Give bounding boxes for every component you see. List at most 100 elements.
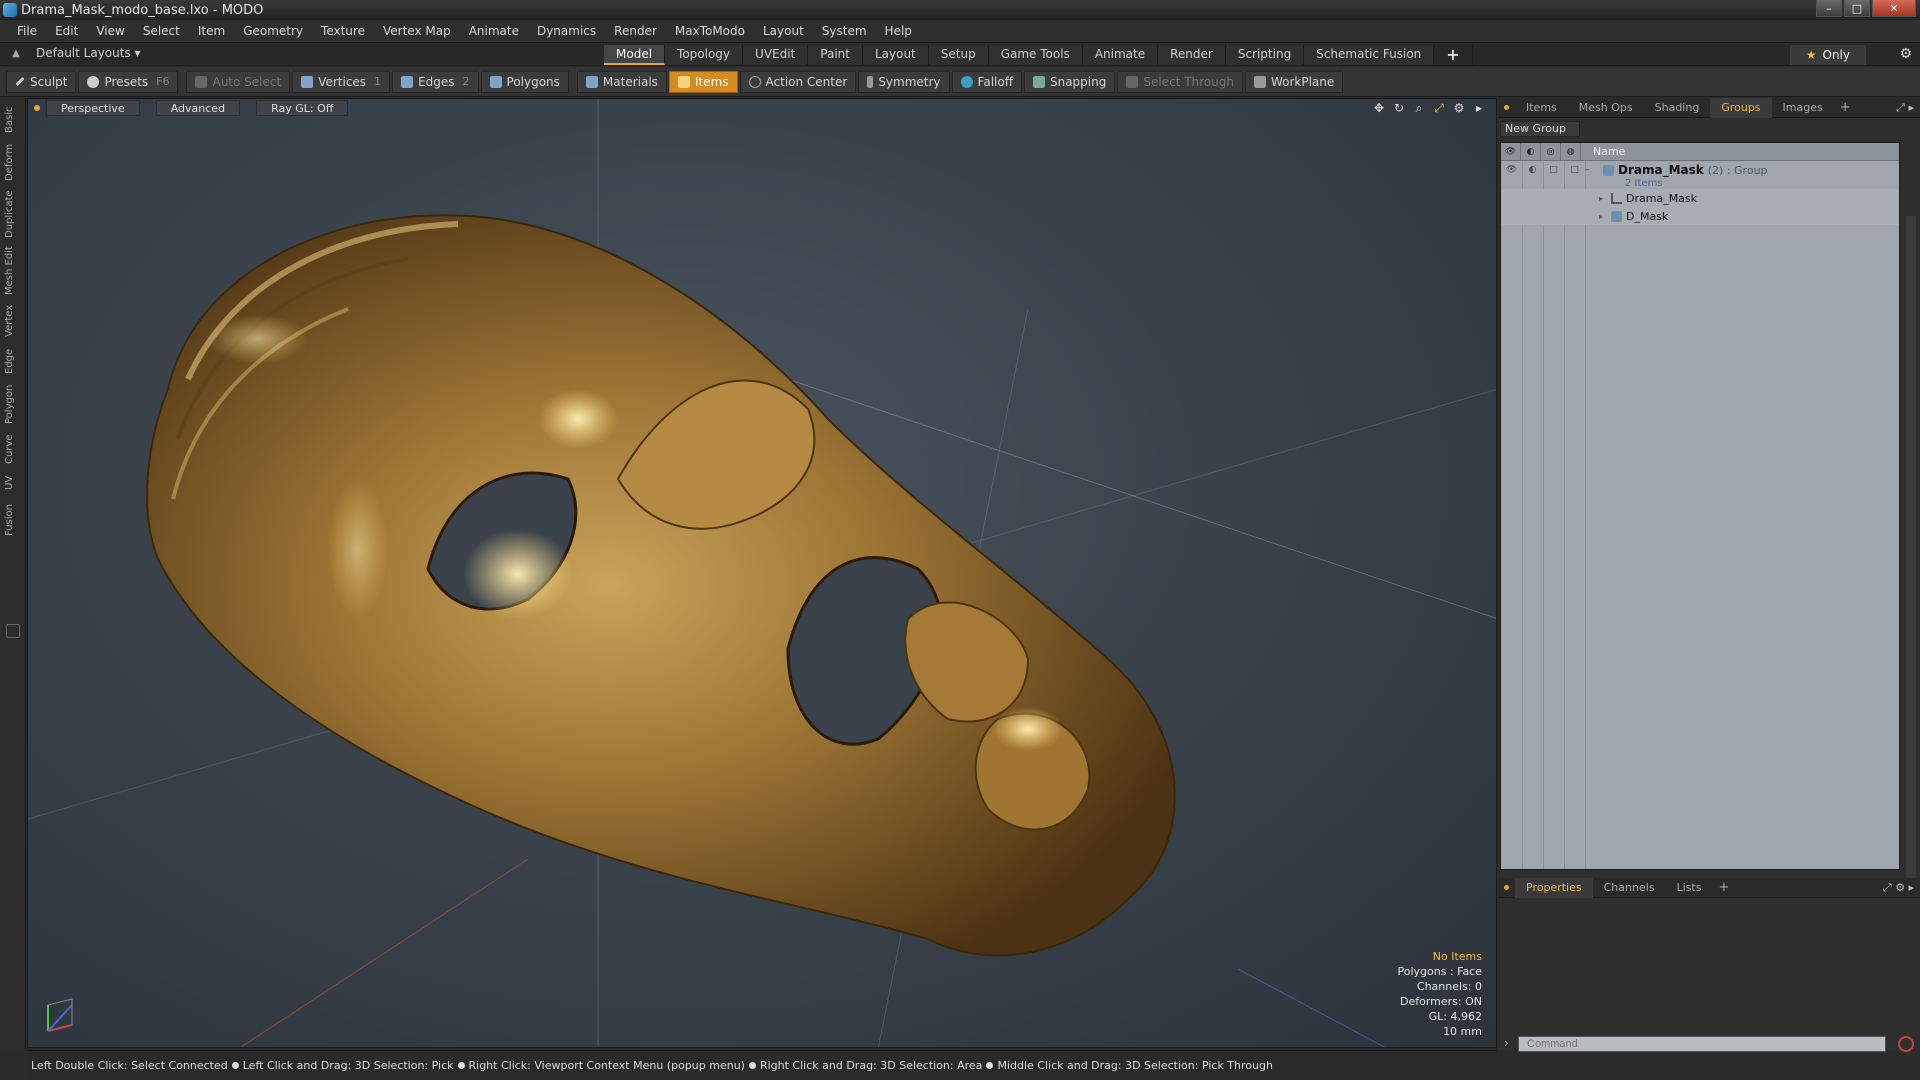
list-item[interactable]: ▸ Drama_Mask [1501, 189, 1899, 207]
add-tab-icon[interactable]: + [1434, 45, 1473, 65]
fit-icon[interactable]: ⤢ [1432, 101, 1446, 115]
menu-render[interactable]: Render [605, 24, 666, 38]
tab-animate[interactable]: Animate [1082, 45, 1159, 65]
rotate-icon[interactable]: ↻ [1392, 101, 1406, 115]
properties-expand-icon[interactable]: ⤢ ⚙ ▸ [1883, 881, 1914, 895]
tab-lists[interactable]: Lists [1666, 878, 1713, 898]
advanced-dropdown[interactable]: Advanced [155, 100, 241, 116]
properties-options-icon[interactable] [1504, 885, 1509, 890]
viewport-options-icon[interactable] [34, 105, 40, 111]
items-button[interactable]: Items [668, 70, 738, 93]
menu-geometry[interactable]: Geometry [234, 24, 312, 38]
pan-icon[interactable]: ✥ [1372, 101, 1386, 115]
menu-dynamics[interactable]: Dynamics [528, 24, 605, 38]
menu-select[interactable]: Select [134, 24, 189, 38]
tab-channels[interactable]: Channels [1593, 878, 1666, 898]
default-layouts-dropdown[interactable]: Default Layouts ▾ [36, 46, 141, 60]
3d-viewport[interactable]: Perspective Advanced Ray GL: Off ✥ ↻ ⌕ ⤢… [27, 98, 1497, 1048]
tab-layout[interactable]: Layout [862, 45, 929, 65]
lock-column-icon[interactable]: ◎ [1541, 142, 1561, 161]
vtab-curve[interactable]: Curve [4, 432, 22, 466]
menu-layout[interactable]: Layout [754, 24, 813, 38]
materials-button[interactable]: Materials [576, 70, 667, 93]
vtab-basic[interactable]: Basic [4, 104, 22, 136]
menu-vertex-map[interactable]: Vertex Map [374, 24, 460, 38]
panel-expand-icon[interactable]: ⤢ ▸ [1896, 101, 1914, 115]
tool-palette-icon[interactable] [6, 624, 20, 638]
collapse-icon[interactable]: – [1585, 165, 1603, 175]
menu-file[interactable]: File [8, 24, 46, 38]
list-item[interactable]: ▸ D_Mask [1501, 207, 1899, 225]
minimize-button[interactable]: – [1816, 0, 1842, 17]
perspective-dropdown[interactable]: Perspective [46, 100, 140, 116]
only-toggle[interactable]: ★ Only [1789, 45, 1866, 65]
tab-uvedit[interactable]: UVEdit [743, 45, 809, 65]
tab-game-tools[interactable]: Game Tools [988, 45, 1083, 65]
vtab-uv[interactable]: UV [4, 472, 22, 494]
vtab-vertex[interactable]: Vertex [4, 302, 22, 340]
command-record-icon[interactable] [1898, 1036, 1914, 1052]
edges-button[interactable]: Edges 2 [392, 70, 479, 93]
command-input[interactable] [1518, 1036, 1886, 1052]
tab-scripting[interactable]: Scripting [1225, 45, 1305, 65]
menu-view[interactable]: View [87, 24, 133, 38]
expand-icon[interactable]: ▸ [1599, 212, 1611, 221]
collapse-up-icon[interactable]: ▲ [10, 47, 22, 59]
vtab-fusion[interactable]: Fusion [4, 500, 22, 540]
viewport-expand-icon[interactable]: ▸ [1472, 101, 1486, 115]
falloff-button[interactable]: Falloff [951, 70, 1022, 93]
drama-mask-model[interactable] [146, 214, 1176, 957]
command-history-icon[interactable]: › [1504, 1036, 1509, 1050]
snapping-button[interactable]: Snapping [1023, 70, 1116, 93]
maximize-button[interactable]: □ [1844, 0, 1870, 17]
viewport-settings-icon[interactable]: ⚙ [1452, 101, 1466, 115]
vtab-mesh-edit[interactable]: Mesh Edit [4, 246, 22, 296]
expand-icon[interactable]: ▸ [1599, 194, 1611, 203]
tab-groups[interactable]: Groups [1710, 97, 1772, 118]
layout-selector[interactable]: ▲ Default Layouts ▾ [10, 46, 141, 60]
vtab-deform[interactable]: Deform [4, 142, 22, 182]
groups-scrollbar[interactable] [1906, 216, 1916, 940]
raygl-dropdown[interactable]: Ray GL: Off [256, 100, 349, 116]
render-column-icon[interactable]: ◐ [1521, 142, 1541, 161]
tab-shading[interactable]: Shading [1644, 98, 1711, 118]
zoom-icon[interactable]: ⌕ [1412, 101, 1426, 115]
symmetry-button[interactable]: Symmetry [858, 70, 950, 93]
tab-properties[interactable]: Properties [1515, 877, 1593, 898]
tab-mesh-ops[interactable]: Mesh Ops [1568, 98, 1644, 118]
tab-topology[interactable]: Topology [665, 45, 744, 65]
new-group-button[interactable]: New Group [1500, 121, 1580, 137]
gear-icon[interactable]: ⚙ [1899, 46, 1912, 62]
auto-select-button[interactable]: Auto Select [186, 70, 291, 93]
menu-maxtomodo[interactable]: MaxToModo [666, 24, 754, 38]
add-bottom-tab-icon[interactable]: + [1712, 880, 1735, 895]
add-panel-tab-icon[interactable]: + [1834, 100, 1857, 115]
select-through-button[interactable]: Select Through [1117, 70, 1243, 93]
menu-texture[interactable]: Texture [312, 24, 374, 38]
sculpt-button[interactable]: Sculpt [6, 70, 77, 93]
menu-edit[interactable]: Edit [46, 24, 87, 38]
action-center-button[interactable]: Action Center [739, 70, 857, 93]
tab-items[interactable]: Items [1515, 98, 1568, 118]
tab-images[interactable]: Images [1772, 98, 1834, 118]
menu-system[interactable]: System [813, 24, 876, 38]
menu-help[interactable]: Help [876, 24, 921, 38]
select-column-icon[interactable]: ◍ [1561, 142, 1581, 161]
tab-paint[interactable]: Paint [808, 45, 863, 65]
menu-animate[interactable]: Animate [460, 24, 528, 38]
vtab-polygon[interactable]: Polygon [4, 382, 22, 426]
tab-schematic-fusion[interactable]: Schematic Fusion [1304, 45, 1435, 65]
close-button[interactable]: ✕ [1872, 0, 1916, 17]
tab-render[interactable]: Render [1158, 45, 1226, 65]
workplane-button[interactable]: WorkPlane [1244, 70, 1344, 93]
polygons-button[interactable]: Polygons [480, 70, 569, 93]
menu-item[interactable]: Item [189, 24, 234, 38]
vertices-button[interactable]: Vertices 1 [292, 70, 391, 93]
visibility-column-icon[interactable]: 👁 [1501, 142, 1521, 161]
panel-options-icon[interactable] [1504, 105, 1509, 110]
vtab-edge[interactable]: Edge [4, 346, 22, 376]
tab-model[interactable]: Model [604, 45, 666, 65]
presets-button[interactable]: Presets F6 [78, 70, 179, 93]
tab-setup[interactable]: Setup [928, 45, 989, 65]
vtab-duplicate[interactable]: Duplicate [4, 188, 22, 240]
